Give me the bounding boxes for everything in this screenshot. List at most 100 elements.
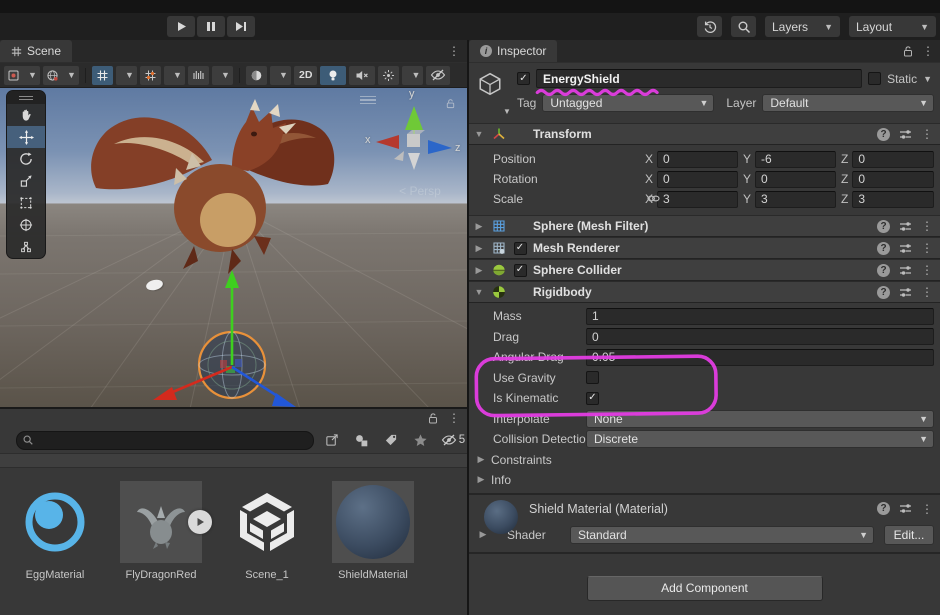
foldout-expanded-icon[interactable]: ▼ [473,287,485,297]
is-kinematic-checkbox[interactable] [586,392,599,405]
kebab-menu-icon[interactable]: ⋮ [921,241,933,255]
mass-field[interactable] [586,308,934,325]
kebab-menu-icon[interactable]: ⋮ [921,285,933,299]
preset-icon[interactable] [899,286,912,299]
measure-dropdown[interactable]: ▼ [212,66,233,85]
grid-snapping-dropdown[interactable]: ▼ [116,66,137,85]
component-enabled-checkbox[interactable] [514,264,527,277]
material-preview-sphere[interactable] [484,500,518,534]
help-icon[interactable]: ? [877,264,890,277]
interpolate-dropdown[interactable]: None ▼ [586,410,934,428]
foldout-collapsed-icon[interactable]: ▶ [477,529,489,540]
component-enabled-checkbox[interactable] [514,242,527,255]
preset-icon[interactable] [899,220,912,233]
preset-icon[interactable] [899,502,912,515]
tool-settings-button[interactable]: ▼ [4,66,40,85]
pause-button[interactable] [197,16,225,37]
tag-dropdown[interactable]: Untagged ▼ [542,94,714,112]
effects-button[interactable] [378,66,399,85]
grid-snapping-button[interactable] [92,66,113,85]
rotation-x-field[interactable] [657,171,738,188]
foldout-collapsed-icon[interactable]: ▶ [473,265,485,276]
foldout-expanded-icon[interactable]: ▼ [473,129,485,139]
overlay-drag-handle[interactable] [7,91,45,104]
kebab-menu-icon[interactable]: ⋮ [441,44,467,58]
shading-mode-dropdown[interactable]: ▼ [270,66,291,85]
component-header-transform[interactable]: ▼ Transform ? ⋮ [469,123,940,145]
scene-visibility-toggle[interactable] [426,66,450,85]
component-header-sphere-collider[interactable]: ▶ Sphere Collider ? ⋮ [469,259,940,281]
kebab-menu-icon[interactable]: ⋮ [448,411,460,425]
gizmo-x-label[interactable]: x [365,134,371,146]
shield-sphere-gizmo[interactable] [140,266,320,407]
project-search-input[interactable] [37,432,329,449]
scale-z-field[interactable] [852,191,934,208]
constraints-foldout[interactable]: ▶ Constraints [469,450,940,470]
hand-tool[interactable] [7,104,45,126]
tab-inspector[interactable]: i Inspector [469,40,557,62]
layers-dropdown[interactable]: Layers ▼ [765,16,840,37]
shield-material-thumbnail[interactable] [332,481,414,563]
custom-tool[interactable] [7,236,45,258]
transform-tool[interactable] [7,214,45,236]
foldout-collapsed-icon[interactable]: ▶ [473,221,485,232]
drag-field[interactable] [586,328,934,345]
orientation-gizmo[interactable]: y x z < Persp [364,90,464,202]
scene-thumbnail[interactable] [226,481,308,563]
prefab-play-badge[interactable] [188,510,212,534]
asset-egg-material[interactable]: EggMaterial [10,481,100,581]
active-checkbox[interactable] [517,72,530,85]
help-icon[interactable]: ? [877,128,890,141]
scale-y-field[interactable] [755,191,836,208]
tab-scene[interactable]: Scene [0,40,72,62]
add-component-button[interactable]: Add Component [587,576,823,601]
unlock-icon[interactable] [427,412,439,424]
edit-shader-button[interactable]: Edit... [884,525,934,545]
scale-x-field[interactable] [657,191,738,208]
component-header-mesh-renderer[interactable]: ▶ Mesh Renderer ? ⋮ [469,237,940,259]
gameobject-name-field[interactable] [536,69,862,88]
foldout-collapsed-icon[interactable]: ▶ [473,243,485,254]
kebab-menu-icon[interactable]: ⋮ [921,502,933,516]
project-search[interactable] [16,431,314,450]
position-y-field[interactable] [755,151,836,168]
link-scale-icon[interactable] [647,192,660,205]
chevron-down-icon[interactable]: ▼ [503,107,511,116]
rotate-tool[interactable] [7,148,45,170]
scale-tool[interactable] [7,170,45,192]
kebab-menu-icon[interactable]: ⋮ [921,263,933,277]
scene-viewport[interactable]: y x z < Persp [0,88,467,407]
help-icon[interactable]: ? [877,502,890,515]
position-x-field[interactable] [657,151,738,168]
help-icon[interactable]: ? [877,242,890,255]
rotation-y-field[interactable] [755,171,836,188]
snap-increment-button[interactable] [140,66,161,85]
layer-dropdown[interactable]: Default ▼ [762,94,934,112]
asset-fly-dragon-red[interactable]: FlyDragonRed [116,481,206,581]
play-button[interactable] [167,16,195,37]
info-foldout[interactable]: ▶ Info [469,470,940,490]
lighting-toggle[interactable] [320,66,346,85]
kebab-menu-icon[interactable]: ⋮ [922,44,934,58]
favorites-button[interactable] [409,431,431,450]
shading-mode-button[interactable] [246,66,267,85]
search-by-type-button[interactable] [350,431,372,450]
fly-dragon-thumbnail[interactable] [120,481,202,563]
audio-toggle[interactable] [349,66,375,85]
move-tool[interactable] [7,126,45,148]
gizmo-y-label[interactable]: y [409,88,415,100]
use-gravity-checkbox[interactable] [586,371,599,384]
preset-icon[interactable] [899,242,912,255]
chevron-down-icon[interactable]: ▼ [923,74,934,84]
gizmo-persp-label[interactable]: < Persp [380,184,460,198]
help-icon[interactable]: ? [877,286,890,299]
search-by-label-button[interactable] [380,431,402,450]
effects-dropdown[interactable]: ▼ [402,66,423,85]
asset-shield-material[interactable]: ShieldMaterial [328,481,418,581]
preset-icon[interactable] [899,264,912,277]
rect-tool[interactable] [7,192,45,214]
asset-scene-1[interactable]: Scene_1 [222,481,312,581]
measure-button[interactable] [188,66,209,85]
handle-orientation-button[interactable]: ▼ [43,66,79,85]
gizmo-z-label[interactable]: z [455,142,461,154]
